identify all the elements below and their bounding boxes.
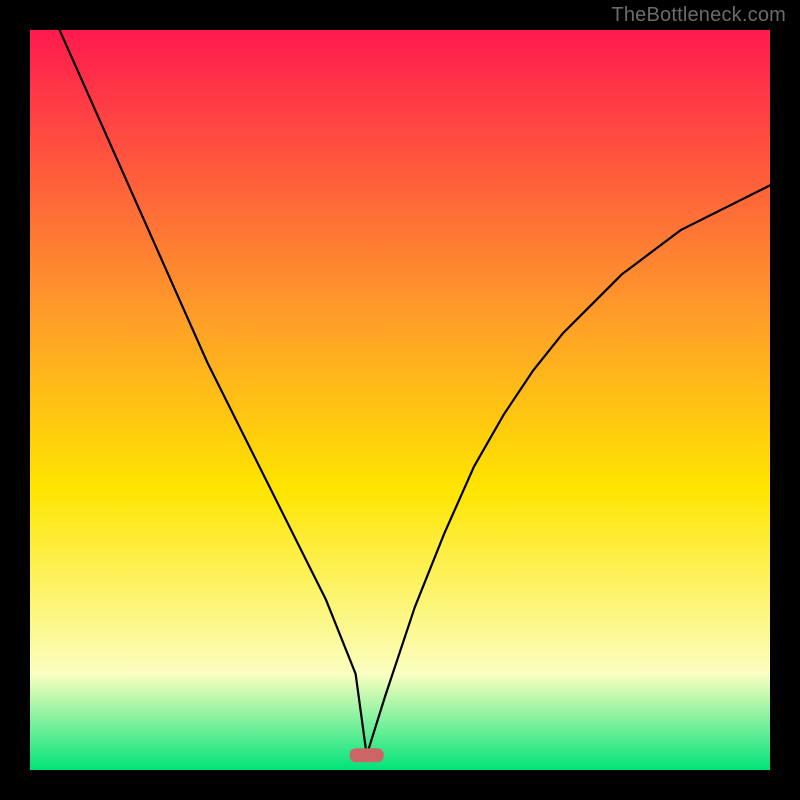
watermark-text: TheBottleneck.com (611, 4, 786, 27)
target-marker (350, 748, 384, 762)
gradient-background (30, 30, 770, 770)
chart-svg (30, 30, 770, 770)
plot-area (30, 30, 770, 770)
chart-frame: TheBottleneck.com (0, 0, 800, 800)
